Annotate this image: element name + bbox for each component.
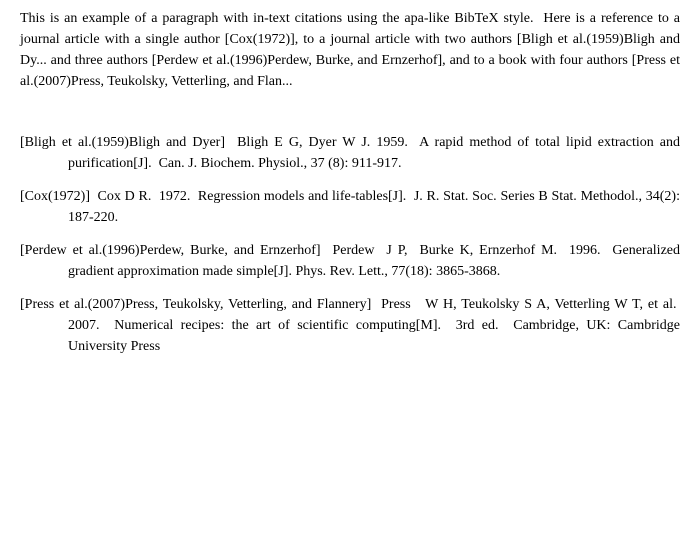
intro-paragraph: This is an example of a paragraph with i… — [20, 8, 680, 92]
reference-text: [Cox(1972)] Cox D R. 1972. Regression mo… — [20, 186, 680, 228]
references-section: [Bligh et al.(1959)Bligh and Dyer] Bligh… — [20, 132, 680, 357]
list-item: [Cox(1972)] Cox D R. 1972. Regression mo… — [20, 186, 680, 228]
reference-text: [Perdew et al.(1996)Perdew, Burke, and E… — [20, 240, 680, 282]
reference-text: [Bligh et al.(1959)Bligh and Dyer] Bligh… — [20, 132, 680, 174]
list-item: [Press et al.(2007)Press, Teukolsky, Vet… — [20, 294, 680, 357]
paragraph-text: This is an example of a paragraph with i… — [20, 11, 680, 89]
list-item: [Bligh et al.(1959)Bligh and Dyer] Bligh… — [20, 132, 680, 174]
reference-text: [Press et al.(2007)Press, Teukolsky, Vet… — [20, 294, 680, 357]
list-item: [Perdew et al.(1996)Perdew, Burke, and E… — [20, 240, 680, 282]
